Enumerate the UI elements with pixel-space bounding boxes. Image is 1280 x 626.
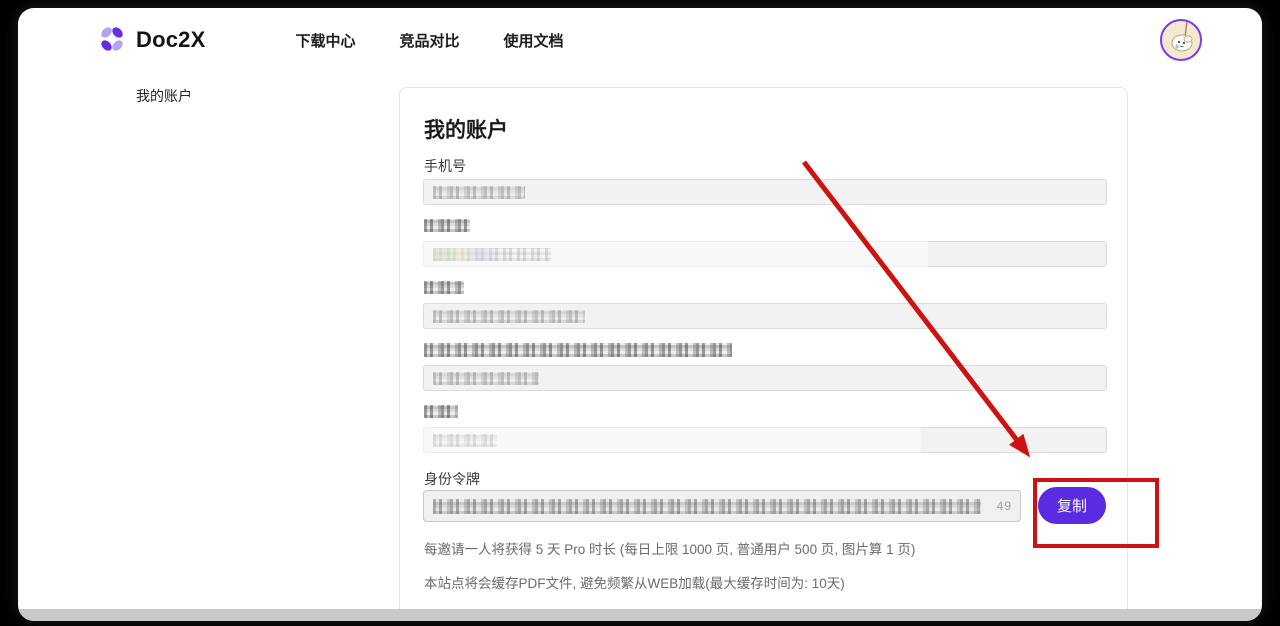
redacted-field-label	[424, 405, 458, 418]
top-navbar: Doc2X 下载中心 竞品对比 使用文档	[18, 8, 1262, 72]
token-visible-suffix: 49	[997, 499, 1012, 513]
redacted-field-input[interactable]	[423, 241, 1107, 267]
avatar-cartoon-icon	[1162, 21, 1202, 61]
page-title: 我的账户	[424, 114, 508, 144]
sidebar-item-my-account[interactable]: 我的账户	[136, 86, 192, 106]
redacted-value	[433, 372, 539, 385]
redacted-field-label	[424, 281, 464, 294]
nav-item-documentation[interactable]: 使用文档	[504, 30, 564, 51]
redacted-field-input[interactable]	[423, 303, 1107, 329]
redacted-field-label	[424, 343, 732, 357]
account-card: 我的账户 手机号	[399, 87, 1128, 609]
doc2x-logo-icon	[96, 24, 128, 56]
redacted-value	[433, 434, 497, 447]
invite-note: 每邀请一人将获得 5 天 Pro 时长 (每日上限 1000 页, 普通用户 5…	[424, 538, 915, 558]
redacted-value	[433, 310, 585, 323]
phone-input[interactable]	[423, 179, 1107, 205]
redacted-field-label	[424, 219, 470, 232]
redacted-value	[433, 248, 551, 261]
redacted-field-input[interactable]	[423, 365, 1107, 391]
phone-label: 手机号	[424, 156, 466, 176]
identity-token-label: 身份令牌	[424, 469, 480, 489]
brand-title: Doc2X	[136, 27, 205, 53]
browser-page: Doc2X 下载中心 竞品对比 使用文档 我的账户 我的账户 手机号	[18, 8, 1262, 621]
main-nav: 下载中心 竞品对比 使用文档	[295, 30, 563, 51]
cache-note: 本站点将会缓存PDF文件, 避免频繁从WEB加载(最大缓存时间为: 10天)	[424, 572, 845, 592]
redacted-phone-value	[433, 186, 525, 199]
identity-token-input[interactable]: 49	[423, 490, 1021, 522]
redacted-token-value	[433, 499, 981, 514]
nav-item-competitor-comparison[interactable]: 竞品对比	[400, 30, 460, 51]
copy-token-button[interactable]: 复制	[1038, 487, 1106, 524]
bottom-strip	[18, 609, 1262, 621]
nav-item-download-center[interactable]: 下载中心	[295, 30, 355, 51]
redacted-field-input[interactable]	[423, 427, 1107, 453]
avatar[interactable]	[1160, 19, 1202, 61]
